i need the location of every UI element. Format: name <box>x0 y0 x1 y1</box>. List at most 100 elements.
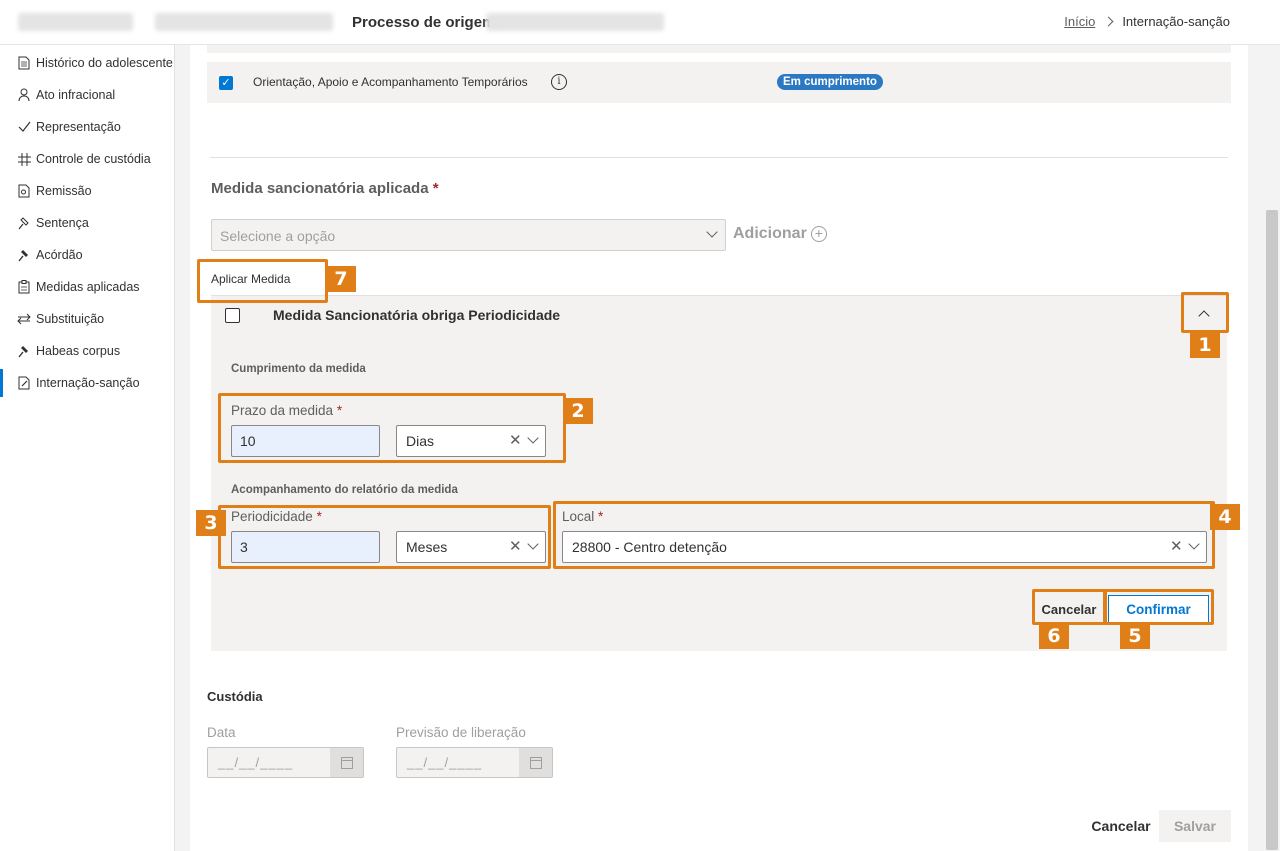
sidebar-item-representacao[interactable]: Representação <box>0 113 175 141</box>
chevron-down-icon <box>527 538 539 550</box>
sidebar: Histórico do adolescente Ato infracional… <box>0 45 175 851</box>
panel-confirm-button[interactable]: Confirmar <box>1108 595 1209 624</box>
chevron-down-icon <box>706 226 718 238</box>
date-mask: __/__/____ <box>218 755 294 770</box>
location-label-text: Local <box>562 509 595 524</box>
location-dropdown[interactable]: 28800 - Centro detenção ✕ <box>562 531 1207 563</box>
redacted-field <box>155 13 333 31</box>
periodicity-input[interactable]: 3 <box>231 531 380 563</box>
grid-icon <box>17 152 31 166</box>
annotation-number-6: 6 <box>1039 623 1069 649</box>
breadcrumb-home-link[interactable]: Início <box>1064 14 1095 29</box>
sidebar-item-label: Histórico do adolescente <box>36 56 173 70</box>
document-search-icon <box>17 184 31 198</box>
date-label: Data <box>207 725 236 740</box>
clear-icon[interactable]: ✕ <box>509 537 522 555</box>
required-mark: * <box>432 180 439 197</box>
checkmark-icon: ✓ <box>221 77 231 89</box>
required-mark: * <box>316 509 322 524</box>
measure-row-partial <box>207 45 1231 53</box>
clipboard-icon <box>17 280 31 294</box>
breadcrumb: Início Internação-sanção <box>1064 14 1230 29</box>
measure-select-placeholder: Selecione a opção <box>220 228 336 244</box>
annotation-number-3: 3 <box>196 510 226 536</box>
periodicity-label-text: Periodicidade <box>231 509 313 524</box>
edit-document-icon <box>17 376 31 390</box>
periodicity-unit-value: Meses <box>406 539 448 555</box>
existing-measure-checkbox[interactable]: ✓ <box>219 76 233 90</box>
chevron-right-icon <box>1103 16 1114 27</box>
checkmark-icon <box>17 120 31 134</box>
term-label-text: Prazo da medida <box>231 403 334 418</box>
existing-measure-label: Orientação, Apoio e Acompanhamento Tempo… <box>253 75 528 89</box>
date-input: __/__/____ <box>207 747 364 778</box>
gavel-filled-icon <box>17 344 31 358</box>
gavel-icon <box>17 216 31 230</box>
sidebar-item-historico[interactable]: Histórico do adolescente <box>0 49 175 77</box>
sidebar-item-label: Substituição <box>36 312 105 326</box>
person-icon <box>17 88 31 102</box>
calendar-icon <box>519 748 552 777</box>
top-bar: Processo de origem: Início Internação-sa… <box>0 0 1280 45</box>
redacted-field <box>18 13 133 31</box>
annotation-number-5: 5 <box>1120 623 1150 649</box>
sidebar-item-label: Habeas corpus <box>36 344 121 358</box>
swap-icon <box>17 312 31 326</box>
redacted-field <box>486 13 664 31</box>
gavel-filled-icon <box>17 248 31 262</box>
sidebar-item-habeas-corpus[interactable]: Habeas corpus <box>0 337 175 365</box>
panel-cancel-button[interactable]: Cancelar <box>1036 597 1102 623</box>
term-label: Prazo da medida * <box>231 403 342 418</box>
scrollbar-thumb[interactable] <box>1266 210 1278 850</box>
release-date-input: __/__/____ <box>396 747 553 778</box>
sidebar-item-medidas-aplicadas[interactable]: Medidas aplicadas <box>0 273 175 301</box>
custody-title: Custódia <box>207 689 263 704</box>
info-icon[interactable]: i <box>551 74 567 90</box>
term-input[interactable]: 10 <box>231 425 380 457</box>
calendar-icon <box>330 748 363 777</box>
sidebar-item-label: Ato infracional <box>36 88 116 102</box>
periodicity-unit-dropdown[interactable]: Meses ✕ <box>396 531 546 563</box>
term-unit-dropdown[interactable]: Dias ✕ <box>396 425 546 457</box>
sidebar-item-label: Internação-sanção <box>36 376 140 390</box>
location-label: Local * <box>562 509 603 524</box>
collapse-button[interactable] <box>1185 297 1225 331</box>
measure-select: Selecione a opção <box>211 219 726 251</box>
sidebar-item-substituicao[interactable]: Substituição <box>0 305 175 333</box>
sidebar-item-sentenca[interactable]: Sentença <box>0 209 175 237</box>
report-heading: Acompanhamento do relatório da medida <box>231 484 458 496</box>
sidebar-item-acordao[interactable]: Acórdão <box>0 241 175 269</box>
annotation-number-2: 2 <box>563 398 593 424</box>
sidebar-item-internacao-sancao[interactable]: Internação-sanção <box>0 369 175 397</box>
annotation-number-7: 7 <box>326 266 356 292</box>
panel-measure-checkbox[interactable] <box>225 308 240 323</box>
clear-icon[interactable]: ✕ <box>1170 537 1183 555</box>
annotation-number-4: 4 <box>1210 504 1240 530</box>
divider <box>210 157 1228 158</box>
location-value: 28800 - Centro detenção <box>572 539 727 555</box>
required-mark: * <box>598 509 604 524</box>
clear-icon[interactable]: ✕ <box>509 431 522 449</box>
add-measure-button: Adicionar + <box>733 225 827 243</box>
breadcrumb-current: Internação-sanção <box>1122 14 1230 29</box>
add-measure-label: Adicionar <box>733 225 807 242</box>
sidebar-item-label: Medidas aplicadas <box>36 280 140 294</box>
periodicity-label: Periodicidade * <box>231 509 322 524</box>
annotation-number-1: 1 <box>1190 332 1220 358</box>
measure-section-title-text: Medida sancionatória aplicada <box>211 180 429 197</box>
release-date-label: Previsão de liberação <box>396 725 526 740</box>
release-date-mask: __/__/____ <box>407 755 483 770</box>
plus-circle-icon: + <box>810 226 827 242</box>
sidebar-item-label: Acórdão <box>36 248 83 262</box>
footer-cancel-button[interactable]: Cancelar <box>1086 810 1156 842</box>
sidebar-item-label: Representação <box>36 120 121 134</box>
sidebar-item-ato-infracional[interactable]: Ato infracional <box>0 81 175 109</box>
sidebar-item-controle-custodia[interactable]: Controle de custódia <box>0 145 175 173</box>
sidebar-item-remissao[interactable]: Remissão <box>0 177 175 205</box>
sidebar-item-label: Controle de custódia <box>36 152 151 166</box>
status-badge: Em cumprimento <box>777 74 883 90</box>
document-icon <box>17 56 31 70</box>
measure-section-title: Medida sancionatória aplicada * <box>211 180 439 197</box>
footer-save-button: Salvar <box>1159 810 1231 842</box>
chevron-down-icon <box>1188 538 1200 550</box>
